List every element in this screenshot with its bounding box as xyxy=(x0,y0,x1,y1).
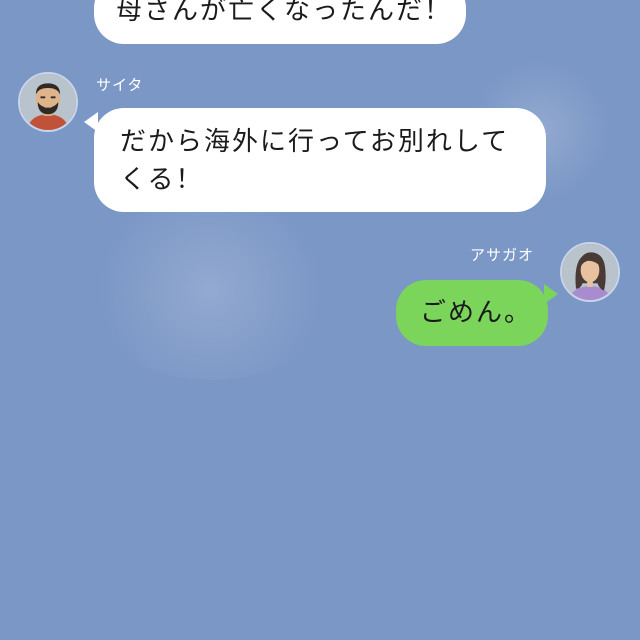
message-text: 母さんが亡くなったんだ！ xyxy=(116,0,453,26)
sender-name: サイタ xyxy=(96,76,144,94)
background-glow xyxy=(80,200,340,380)
avatar-asagao[interactable] xyxy=(560,242,620,302)
man-with-beard-avatar-icon xyxy=(20,74,76,130)
bubble-tail xyxy=(544,284,558,304)
sender-name: アサガオ xyxy=(470,246,535,264)
message-bubble-incoming: 母さんが亡くなったんだ！ xyxy=(94,0,466,44)
message-text: ごめん。 xyxy=(420,298,533,328)
message-bubble-incoming: だから海外に行ってお別れしてくる！ xyxy=(94,108,546,212)
message-text: だから海外に行ってお別れしてくる！ xyxy=(120,127,510,195)
avatar-saita[interactable] xyxy=(18,72,78,132)
message-bubble-outgoing: ごめん。 xyxy=(396,280,548,346)
woman-avatar-icon xyxy=(562,244,618,300)
